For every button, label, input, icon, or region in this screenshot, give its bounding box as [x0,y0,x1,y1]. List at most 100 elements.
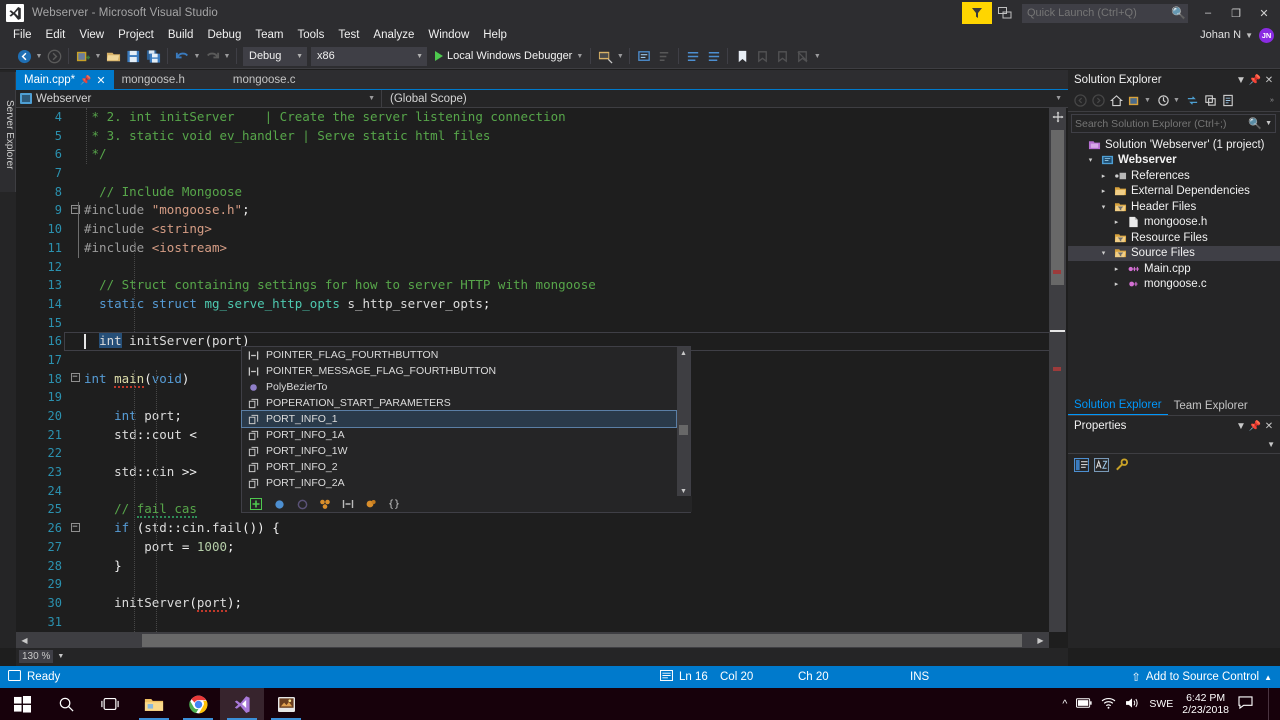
alphabetical-icon[interactable] [1093,457,1110,473]
tree-item[interactable]: ▸ Main.cpp [1068,261,1280,277]
close-icon[interactable]: ✕ [96,74,105,87]
solution-explorer-search-box[interactable]: 🔍 ▼ [1071,114,1276,133]
intellisense-list[interactable]: POINTER_FLAG_FOURTHBUTTON POINTER_MESSAGE… [241,347,677,491]
scrollbar-thumb[interactable] [679,425,688,435]
intellisense-scrollbar[interactable]: ▲ ▼ [677,347,690,498]
scroll-right-icon[interactable]: ▶ [1032,632,1049,649]
chevron-down-icon[interactable]: ▼ [576,53,586,60]
code-line[interactable]: 5 * 3. static void ev_handler | Serve st… [16,127,1068,146]
menu-debug[interactable]: Debug [200,26,248,44]
collapse-region-icon[interactable]: − [68,201,82,220]
tab-team-explorer[interactable]: Team Explorer [1168,398,1254,415]
editor-horizontal-scrollbar[interactable]: ◀ ▶ [16,632,1049,649]
start-icon[interactable] [0,688,44,720]
restore-button[interactable]: ❐ [1222,0,1250,26]
intellisense-filter-bar[interactable]: {} [242,496,692,512]
search-icon[interactable]: 🔍 [1248,117,1262,130]
sync-icon[interactable] [1155,92,1172,110]
wifi-icon[interactable] [1101,697,1116,712]
menu-tools[interactable]: Tools [290,26,331,44]
clock[interactable]: 6:42 PM 2/23/2018 [1182,692,1229,716]
enum-filter-icon[interactable] [364,497,378,511]
chevron-down-icon[interactable]: ▼ [57,653,64,660]
scope-dropdown[interactable]: (Global Scope) ▼ [382,90,1068,108]
chevron-down-icon[interactable]: ▼ [1173,97,1183,104]
send-feedback-icon[interactable] [994,2,1016,24]
intellisense-item[interactable]: PORT_INFO_1W [242,443,676,459]
code-line[interactable]: 13 // Struct containing settings for how… [16,276,1068,295]
code-line[interactable]: 10 #include <string> [16,220,1068,239]
error-marker[interactable] [1053,367,1061,371]
home-icon[interactable] [1108,92,1125,110]
scroll-up-icon[interactable]: ▲ [677,347,690,360]
uncomment-selection-icon[interactable] [703,45,723,67]
new-project-icon[interactable] [73,45,93,67]
collapse-region-icon[interactable]: − [68,519,82,538]
intellisense-item[interactable]: POINTER_MESSAGE_FLAG_FOURTHBUTTON [242,363,676,379]
battery-icon[interactable] [1076,697,1092,711]
toolbar-overflow-icon[interactable]: ▼ [812,45,822,67]
tree-item[interactable]: ▸ References [1068,168,1280,184]
class-filter-icon[interactable] [272,497,286,511]
code-line[interactable]: 11 #include <iostream> [16,239,1068,258]
volume-icon[interactable] [1125,697,1140,712]
tree-item[interactable]: ▸ mongoose.h [1068,215,1280,231]
code-line[interactable]: 30 initServer(port); [16,594,1068,613]
pin-icon[interactable]: 📌 [1248,72,1262,88]
menu-build[interactable]: Build [161,26,201,44]
attach-dropdown-icon[interactable]: ▼ [615,45,625,67]
undo-dropdown-icon[interactable]: ▼ [192,45,202,67]
visual-studio-icon[interactable] [220,688,264,720]
menu-project[interactable]: Project [111,26,161,44]
screen-sketch-icon[interactable] [264,688,308,720]
new-project-dropdown-icon[interactable]: ▼ [93,45,103,67]
search-icon[interactable] [44,688,88,720]
properties-object-dropdown[interactable]: ▼ [1068,436,1280,454]
tree-item[interactable]: Resource Files [1068,230,1280,246]
expand-collapse-icon[interactable]: ▸ [1098,187,1109,195]
attach-to-process-icon[interactable] [595,45,615,67]
error-marker[interactable] [1053,270,1061,274]
intellisense-item[interactable]: POPERATION_START_PARAMETERS [242,395,676,411]
redo-dropdown-icon[interactable]: ▼ [222,45,232,67]
code-line[interactable]: 8 // Include Mongoose [16,183,1068,202]
menu-edit[interactable]: Edit [39,26,73,44]
chevron-down-icon[interactable]: ▼ [1265,120,1272,127]
intellisense-popup[interactable]: POINTER_FLAG_FOURTHBUTTON POINTER_MESSAGE… [241,346,692,513]
menu-view[interactable]: View [72,26,111,44]
intellisense-item[interactable]: PolyBezierTo [242,379,676,395]
minimize-button[interactable]: – [1194,0,1222,26]
expand-collapse-icon[interactable]: ▾ [1098,249,1109,257]
toolbar-overflow-icon[interactable]: » [1270,97,1280,104]
notification-filter-icon[interactable] [962,2,992,24]
chrome-icon[interactable] [176,688,220,720]
start-debugging-button[interactable]: Local Windows Debugger ▼ [435,50,586,62]
show-all-files-icon[interactable] [1220,92,1237,110]
step-icon[interactable] [634,45,654,67]
bookmark-icon[interactable] [732,45,752,67]
pin-icon[interactable]: 📌 [1248,418,1262,434]
tree-item[interactable]: ▸ External Dependencies [1068,184,1280,200]
expand-collapse-icon[interactable]: ▾ [1085,156,1096,164]
save-icon[interactable] [123,45,143,67]
chevron-up-icon[interactable]: ^ [1062,698,1067,710]
collapse-region-icon[interactable]: − [68,370,82,389]
code-line[interactable]: 31 [16,613,1068,632]
close-icon[interactable]: ✕ [1262,72,1276,88]
pane-menu-icon[interactable]: ▼ [1234,418,1248,434]
navigate-back-icon[interactable] [14,45,34,67]
refresh-icon[interactable] [1184,92,1201,110]
editor-vertical-scrollbar[interactable] [1049,108,1066,632]
expand-collapse-icon[interactable]: ▸ [1111,280,1122,288]
code-line[interactable]: 6 */ [16,145,1068,164]
code-line[interactable]: 15 [16,314,1068,333]
code-line[interactable]: 9− #include "mongoose.h"; [16,201,1068,220]
tree-item[interactable]: ▾ Header Files [1068,199,1280,215]
tree-item[interactable]: Solution 'Webserver' (1 project) [1068,137,1280,153]
scrollbar-thumb[interactable] [1051,130,1064,285]
menu-test[interactable]: Test [331,26,366,44]
server-explorer-tab[interactable]: Server Explorer [0,72,16,192]
chevron-down-icon[interactable]: ▼ [1144,97,1154,104]
solution-tree[interactable]: Solution 'Webserver' (1 project) ▾ Webserv… [1068,135,1280,292]
menu-help[interactable]: Help [476,26,514,44]
